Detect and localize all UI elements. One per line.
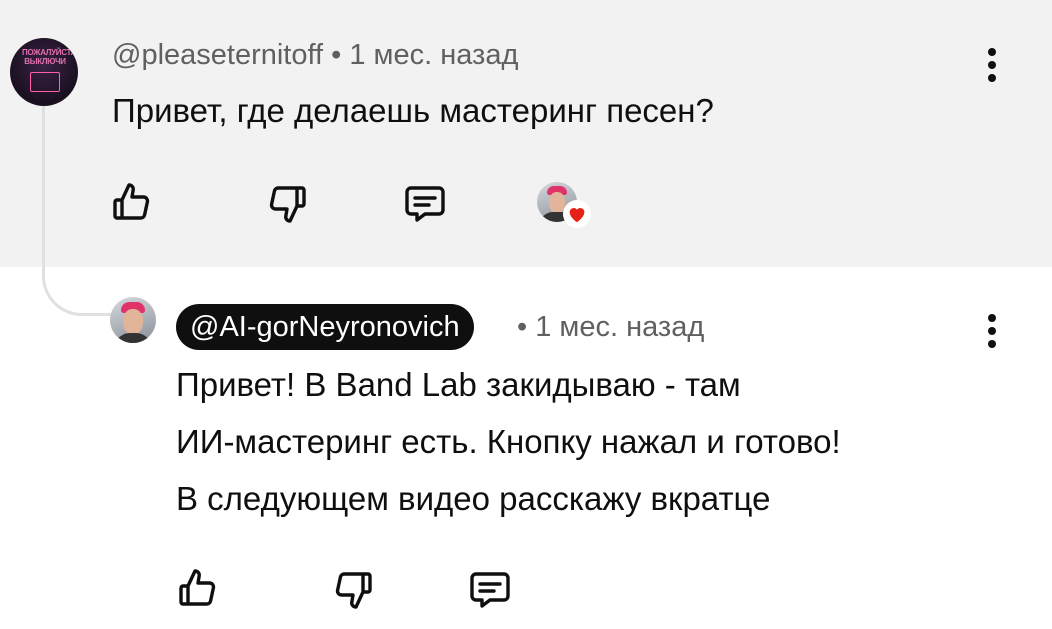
dot-icon (988, 340, 996, 348)
creator-heart-badge (535, 180, 595, 230)
thumb-up-icon[interactable] (108, 178, 156, 226)
reply-text-line: ИИ-мастеринг есть. Кнопку нажал и готово… (176, 423, 841, 460)
replier-avatar[interactable] (110, 297, 156, 343)
comment-text: Привет, где делаешь мастеринг песен? (112, 92, 714, 129)
comment-author[interactable]: @pleaseternitoff (112, 39, 323, 71)
meta-separator: • (331, 39, 342, 71)
reply-menu-button[interactable] (982, 314, 1002, 354)
comment-meta: @pleaseternitoff • 1 мес. назад (112, 39, 518, 72)
comment-age[interactable]: 1 мес. назад (349, 39, 518, 71)
avatar-frame-shape (30, 72, 60, 92)
reply-comment-icon[interactable] (466, 566, 514, 614)
reply-text-line: В следующем видео расскажу вкратце (176, 480, 771, 517)
dot-icon (988, 61, 996, 69)
dot-icon (988, 74, 996, 82)
thumb-up-icon[interactable] (174, 564, 222, 612)
reply-comment-icon[interactable] (401, 180, 449, 228)
heart-icon (569, 208, 585, 223)
thread-connector (42, 100, 114, 316)
dot-icon (988, 327, 996, 335)
reply-age[interactable]: 1 мес. назад (535, 311, 704, 343)
dot-icon (988, 48, 996, 56)
thumb-down-icon[interactable] (329, 566, 377, 614)
avatar-logo-text: ПОЖАЛУЙСТА, ВЫКЛЮЧИ (22, 48, 78, 66)
dot-icon (988, 314, 996, 322)
reply-text-line: Привет! В Band Lab закидываю - там (176, 366, 741, 403)
commenter-avatar[interactable]: ПОЖАЛУЙСТА, ВЫКЛЮЧИ (10, 38, 78, 106)
thumb-down-icon[interactable] (263, 180, 311, 228)
meta-separator: • (517, 311, 528, 343)
reply-author-chip[interactable]: @AI-gorNeyronovich (176, 304, 474, 350)
comment-menu-button[interactable] (982, 48, 1002, 88)
reply-meta: • 1 мес. назад (517, 311, 704, 344)
